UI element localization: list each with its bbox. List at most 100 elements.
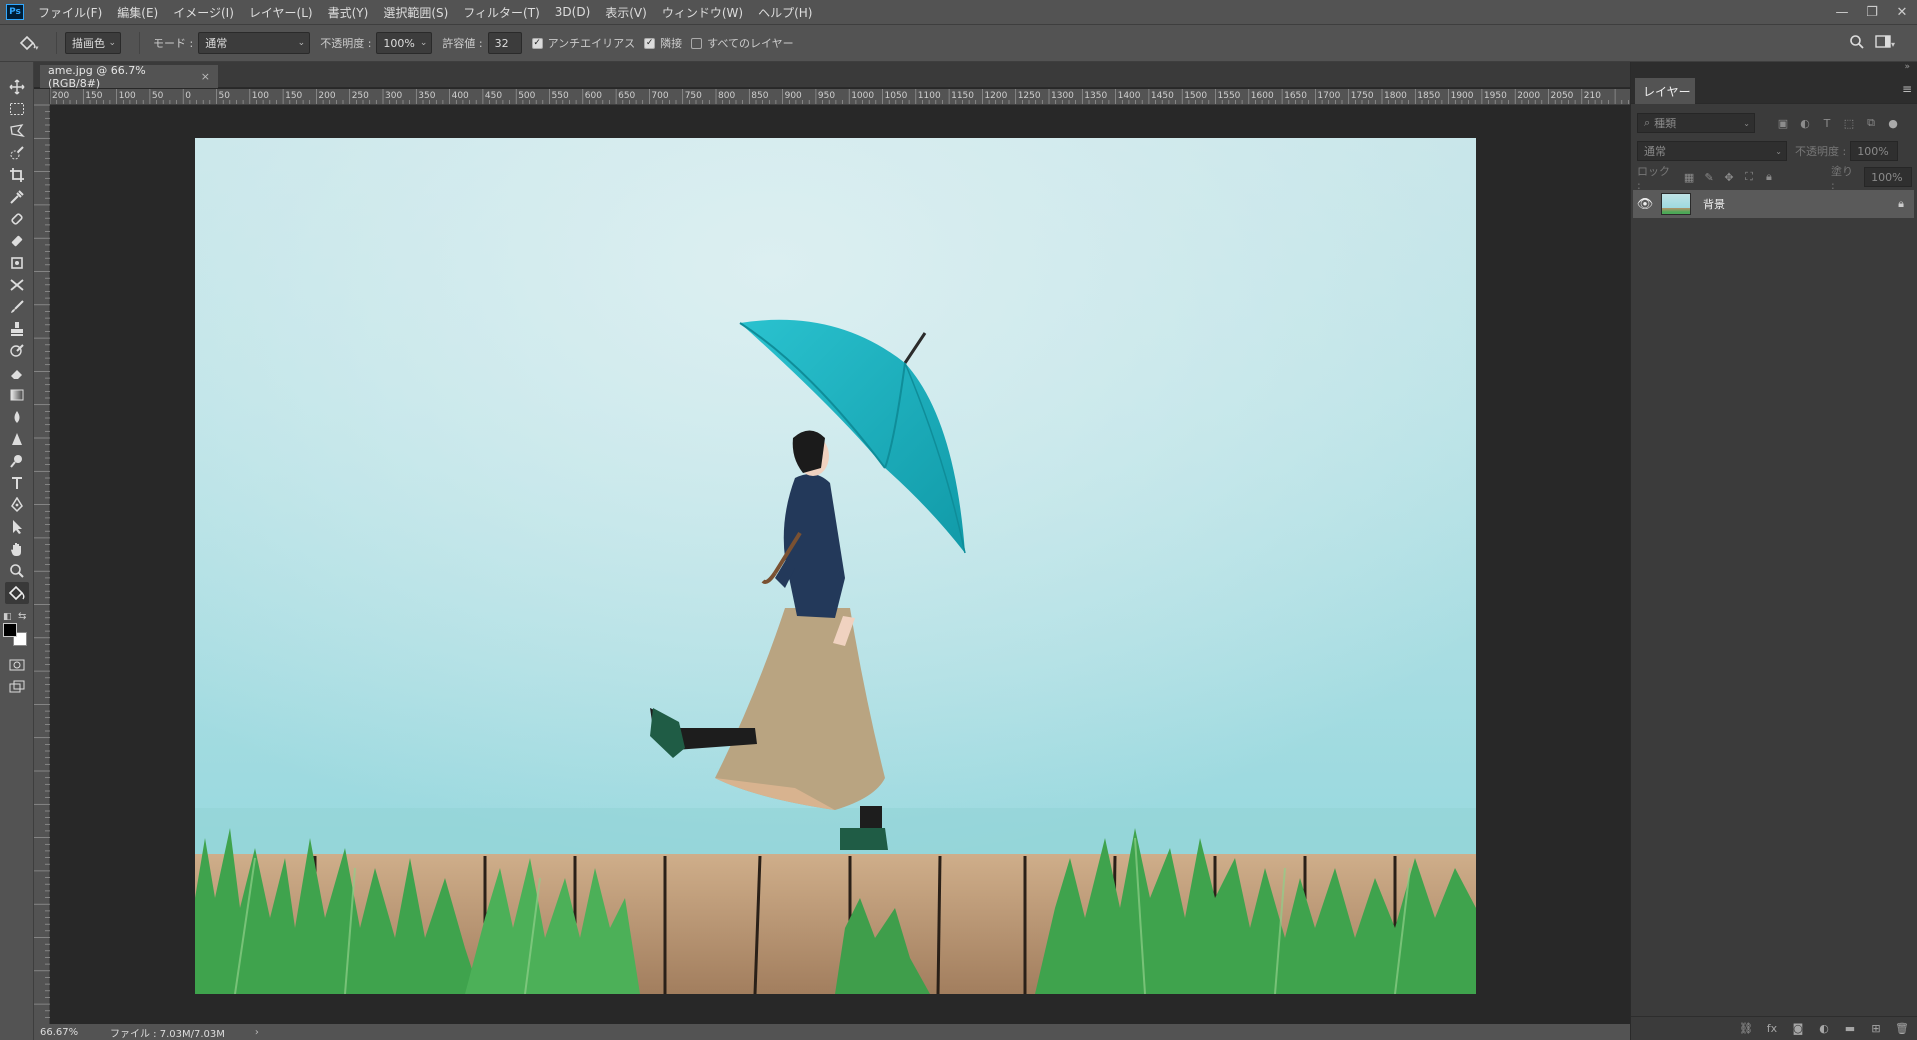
layer-name[interactable]: 背景 bbox=[1703, 196, 1725, 212]
sharpen-tool-icon[interactable] bbox=[5, 428, 29, 450]
canvas-workspace[interactable] bbox=[51, 106, 1630, 1024]
gradient-tool-icon[interactable] bbox=[5, 384, 29, 406]
status-bar: 66.67% ファイル : 7.03M/7.03M › bbox=[34, 1024, 1630, 1040]
menu-edit[interactable]: 編集(E) bbox=[117, 4, 158, 21]
filter-pixel-icon[interactable]: ▣ bbox=[1775, 115, 1791, 131]
collapse-panel-icon[interactable]: » bbox=[1904, 62, 1910, 72]
quick-mask-icon[interactable] bbox=[5, 654, 29, 676]
document-tab[interactable]: ame.jpg @ 66.7% (RGB/8#) × bbox=[40, 64, 218, 90]
spot-healing-tool-icon[interactable] bbox=[5, 208, 29, 230]
brush-healing-tool-icon[interactable] bbox=[5, 230, 29, 252]
menu-view[interactable]: 表示(V) bbox=[605, 4, 647, 21]
vertical-ruler[interactable] bbox=[34, 89, 50, 1024]
lock-row: ロック : ▦ ✎ ✥ ⛶ 🔒︎ 塗り : 100% bbox=[1637, 165, 1913, 192]
blend-mode-dropdown[interactable]: 通常 ⌄ bbox=[1637, 141, 1787, 161]
brush-tool-icon[interactable] bbox=[5, 296, 29, 318]
zoom-level[interactable]: 66.67% bbox=[40, 1027, 100, 1038]
mode-dropdown[interactable]: 通常 ⌄ bbox=[198, 32, 311, 54]
menu-file[interactable]: ファイル(F) bbox=[38, 4, 102, 21]
eyedropper-tool-icon[interactable] bbox=[5, 186, 29, 208]
filter-shape-icon[interactable]: ⬚ bbox=[1841, 115, 1857, 131]
new-layer-icon[interactable]: ⊞ bbox=[1868, 1021, 1884, 1037]
fill-source-dropdown[interactable]: 描画色 ⌄ bbox=[65, 32, 121, 54]
menu-3d[interactable]: 3D(D) bbox=[555, 5, 590, 19]
lock-paint-icon[interactable]: ✎ bbox=[1701, 169, 1717, 185]
menu-layer[interactable]: レイヤー(L) bbox=[249, 4, 313, 21]
path-selection-tool-icon[interactable] bbox=[5, 516, 29, 538]
marquee-tool-icon[interactable] bbox=[5, 98, 29, 120]
menu-window[interactable]: ウィンドウ(W) bbox=[662, 4, 743, 21]
ruler-tick-label: 1350 bbox=[1084, 91, 1108, 101]
contiguous-checkbox[interactable]: ✓ 隣接 bbox=[644, 35, 687, 51]
opacity-input[interactable]: 100% ⌄ bbox=[376, 32, 433, 54]
close-tab-icon[interactable]: × bbox=[201, 70, 210, 83]
ruler-tick-label: 0 bbox=[185, 91, 191, 101]
menu-help[interactable]: ヘルプ(H) bbox=[758, 4, 812, 21]
layer-style-icon[interactable]: fx bbox=[1764, 1021, 1780, 1037]
lasso-tool-icon[interactable] bbox=[5, 120, 29, 142]
eraser-tool-icon[interactable] bbox=[5, 362, 29, 384]
zoom-tool-icon[interactable] bbox=[5, 560, 29, 582]
type-tool-icon[interactable] bbox=[5, 472, 29, 494]
antialias-checkbox[interactable]: ✓ アンチエイリアス bbox=[531, 35, 641, 51]
restore-button[interactable]: ❐ bbox=[1857, 0, 1887, 24]
adjustment-layer-icon[interactable]: ◐ bbox=[1816, 1021, 1832, 1037]
menu-filter[interactable]: フィルター(T) bbox=[463, 4, 539, 21]
hand-tool-icon[interactable] bbox=[5, 538, 29, 560]
document-canvas-photo[interactable] bbox=[195, 138, 1476, 994]
workspace-icon[interactable]: ▾ bbox=[1875, 34, 1897, 53]
link-layers-icon[interactable]: ⛓ bbox=[1738, 1021, 1754, 1037]
layer-opacity-input[interactable]: 100% bbox=[1850, 141, 1899, 161]
history-brush-tool-icon[interactable] bbox=[5, 340, 29, 362]
close-window-button[interactable]: ✕ bbox=[1887, 0, 1917, 24]
add-mask-icon[interactable]: ◙ bbox=[1790, 1021, 1806, 1037]
menu-image[interactable]: イメージ(I) bbox=[173, 4, 234, 21]
dodge-tool-icon[interactable] bbox=[5, 450, 29, 472]
menu-select[interactable]: 選択範囲(S) bbox=[383, 4, 448, 21]
horizontal-ruler[interactable]: 200 150 100 50 0 50 100 150 200 250 300 350 400 450 50… bbox=[50, 89, 1630, 105]
ruler-tick-label: 1800 bbox=[1384, 91, 1407, 101]
pen-tool-icon[interactable] bbox=[5, 494, 29, 516]
default-colors-icon[interactable]: ◧ bbox=[3, 612, 12, 622]
minimize-button[interactable]: — bbox=[1827, 0, 1857, 24]
paint-bucket-preset-icon[interactable]: ▾ bbox=[10, 30, 48, 56]
lock-all-icon[interactable]: 🔒︎ bbox=[1761, 169, 1777, 185]
filter-type-icon[interactable]: T bbox=[1819, 115, 1835, 131]
lock-transparency-icon[interactable]: ▦ bbox=[1681, 169, 1697, 185]
menu-type[interactable]: 書式(Y) bbox=[328, 4, 369, 21]
layer-opacity-label: 不透明度 : bbox=[1795, 145, 1847, 158]
chevron-down-icon: ⌄ bbox=[1743, 118, 1750, 128]
status-arrow-icon[interactable]: › bbox=[255, 1027, 259, 1038]
all-layers-checkbox[interactable]: すべてのレイヤー bbox=[691, 35, 798, 51]
fill-input[interactable]: 100% bbox=[1864, 167, 1913, 187]
eye-visibility-icon[interactable]: 👁︎ bbox=[1633, 197, 1657, 212]
paint-bucket-tool-icon[interactable] bbox=[5, 582, 29, 604]
layer-filter-dropdown[interactable]: ⌕ 種類 ⌄ bbox=[1637, 113, 1755, 133]
blur-tool-icon[interactable] bbox=[5, 406, 29, 428]
content-aware-move-tool-icon[interactable] bbox=[5, 274, 29, 296]
lock-position-icon[interactable]: ✥ bbox=[1721, 169, 1737, 185]
ruler-tick-label: 300 bbox=[385, 91, 403, 101]
patch-tool-icon[interactable] bbox=[5, 252, 29, 274]
quick-selection-tool-icon[interactable] bbox=[5, 142, 29, 164]
swap-colors-icon[interactable]: ⇆ bbox=[18, 611, 26, 622]
filter-adjustment-icon[interactable]: ◐ bbox=[1797, 115, 1813, 131]
search-icon[interactable] bbox=[1849, 34, 1865, 53]
crop-tool-icon[interactable] bbox=[5, 164, 29, 186]
filter-toggle-icon[interactable]: ● bbox=[1885, 115, 1901, 131]
filter-smart-object-icon[interactable]: ⧉ bbox=[1863, 115, 1879, 131]
lock-artboard-icon[interactable]: ⛶ bbox=[1741, 169, 1757, 185]
move-tool-icon[interactable] bbox=[5, 76, 29, 98]
delete-layer-icon[interactable]: 🗑︎ bbox=[1894, 1021, 1910, 1037]
ruler-tick-label: 800 bbox=[718, 91, 736, 101]
foreground-color-swatch[interactable] bbox=[3, 623, 17, 637]
fill-value: 100% bbox=[1871, 170, 1903, 184]
panel-menu-icon[interactable]: ≡ bbox=[1902, 82, 1912, 96]
layer-row[interactable]: 👁︎ 背景 🔒︎ bbox=[1633, 190, 1914, 218]
new-group-icon[interactable]: ▬ bbox=[1842, 1021, 1858, 1037]
screen-mode-icon[interactable] bbox=[5, 676, 29, 698]
tab-layers[interactable]: レイヤー bbox=[1635, 78, 1695, 104]
fill-source-value: 描画色 bbox=[72, 37, 105, 50]
tolerance-input[interactable]: 32 bbox=[487, 32, 522, 54]
clone-stamp-tool-icon[interactable] bbox=[5, 318, 29, 340]
